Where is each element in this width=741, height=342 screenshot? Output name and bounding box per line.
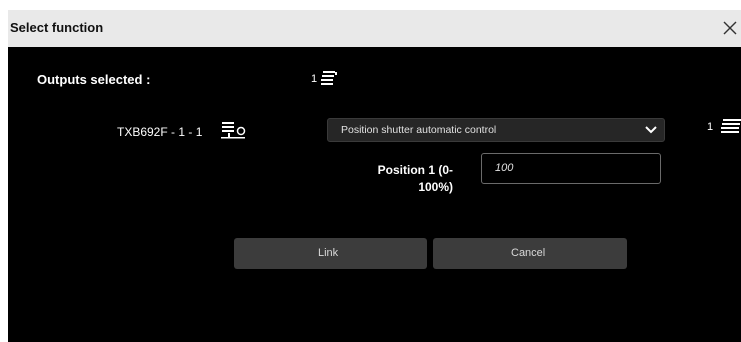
cancel-button[interactable]: Cancel	[433, 238, 627, 269]
device-label: TXB692F - 1 - 1	[117, 125, 203, 139]
close-icon[interactable]	[719, 17, 741, 39]
link-button[interactable]: Link	[234, 238, 427, 269]
function-select[interactable]: Position shutter automatic control	[327, 118, 665, 142]
dialog-titlebar: Select function	[8, 10, 741, 47]
position-label-line2: 100%)	[418, 180, 453, 194]
cancel-button-label: Cancel	[511, 247, 546, 259]
network-device-icon	[221, 121, 247, 146]
position-label-line1: Position 1 (0-	[377, 163, 453, 177]
position-label: Position 1 (0- 100%)	[353, 162, 453, 196]
select-function-dialog: Select function Outputs selected : 1 TXB…	[8, 10, 741, 342]
dialog-title: Select function	[10, 20, 104, 35]
chevron-down-icon	[645, 125, 657, 138]
stack-icon-right	[721, 117, 741, 140]
function-select-value: Position shutter automatic control	[341, 124, 497, 136]
right-output-count: 1	[707, 121, 714, 133]
position-input[interactable]: 100	[481, 153, 661, 184]
outputs-selected-label: Outputs selected :	[37, 72, 151, 87]
outputs-count: 1	[311, 73, 318, 85]
link-button-label: Link	[318, 247, 339, 259]
stack-icon	[321, 69, 338, 92]
